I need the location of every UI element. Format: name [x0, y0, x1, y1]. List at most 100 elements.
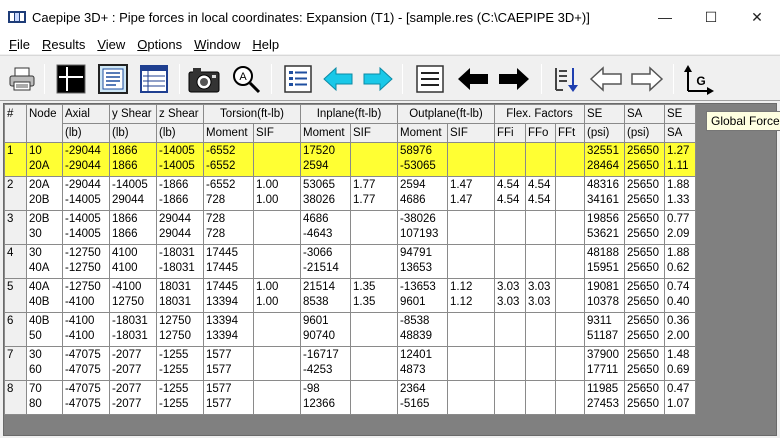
cell-fft[interactable] — [555, 244, 585, 279]
arrow-left-outline-icon[interactable] — [588, 62, 624, 96]
cell-yshear[interactable]: 4100 4100 — [109, 244, 157, 279]
cell-fft[interactable] — [555, 278, 585, 313]
col-header-flex-factors[interactable]: Flex. Factors — [494, 104, 585, 124]
cell-imom[interactable]: -3066 -21514 — [300, 244, 351, 279]
cell-sa[interactable]: 25650 25650 — [624, 244, 665, 279]
menu-view[interactable]: View — [91, 37, 131, 52]
cell-node[interactable]: 20B 30 — [26, 210, 63, 245]
col-header-outplane[interactable]: Outplane(ft-lb) — [397, 104, 495, 124]
cell-imom[interactable]: 9601 90740 — [300, 312, 351, 347]
cell-omom[interactable]: -8538 48839 — [397, 312, 448, 347]
cell-yshear[interactable]: -2077 -2077 — [109, 346, 157, 381]
cell-axial[interactable]: -4100 -4100 — [62, 312, 110, 347]
cell-tmom[interactable]: 17445 13394 — [203, 278, 254, 313]
camera-icon[interactable] — [186, 62, 222, 96]
cell-se[interactable]: 48316 34161 — [584, 176, 625, 211]
cell-imom[interactable]: 21514 8538 — [300, 278, 351, 313]
cell-ratio[interactable]: 0.36 2.00 — [664, 312, 696, 347]
cell-ffo[interactable] — [525, 210, 556, 245]
cell-tmom[interactable]: 1577 1577 — [203, 346, 254, 381]
text-report-icon[interactable] — [95, 62, 131, 96]
cell-yshear[interactable]: -18031 -18031 — [109, 312, 157, 347]
col-header-zshear[interactable]: z Shear — [156, 104, 204, 124]
menu-results[interactable]: Results — [36, 37, 91, 52]
col-sub-torsion-moment[interactable]: Moment — [203, 123, 254, 143]
menu-window[interactable]: Window — [188, 37, 246, 52]
cell-isif[interactable] — [350, 142, 398, 177]
cell-fft[interactable] — [555, 346, 585, 381]
cell-osif[interactable]: 1.12 1.12 — [447, 278, 495, 313]
cell-fft[interactable] — [555, 312, 585, 347]
cell-ffi[interactable] — [494, 210, 526, 245]
cell-tmom[interactable]: 13394 13394 — [203, 312, 254, 347]
cell-ratio[interactable]: 1.48 0.69 — [664, 346, 696, 381]
col-header-torsion[interactable]: Torsion(ft-lb) — [203, 104, 301, 124]
col-unit-zshear[interactable]: (lb) — [156, 123, 204, 143]
cell-axial[interactable]: -12750 -12750 — [62, 244, 110, 279]
cell-osif[interactable] — [447, 380, 495, 415]
table-row[interactable]: 5 40A 40B -12750 -4100 -4100 12750 18031 18031 17… — [4, 278, 696, 313]
cell-isif[interactable] — [350, 244, 398, 279]
col-sub-torsion-sif[interactable]: SIF — [253, 123, 301, 143]
col-header-sa[interactable]: SA — [624, 104, 665, 124]
cell-osif[interactable] — [447, 312, 495, 347]
cell-tsif[interactable] — [253, 142, 301, 177]
col-sub-outplane-sif[interactable]: SIF — [447, 123, 495, 143]
cell-node[interactable]: 30 40A — [26, 244, 63, 279]
cell-imom[interactable]: 53065 38026 — [300, 176, 351, 211]
cell-osif[interactable] — [447, 244, 495, 279]
cell-tsif[interactable] — [253, 380, 301, 415]
cell-tsif[interactable] — [253, 244, 301, 279]
cell-yshear[interactable]: -14005 29044 — [109, 176, 157, 211]
cell-omom[interactable]: 94791 13653 — [397, 244, 448, 279]
grid-cross-icon[interactable] — [53, 62, 89, 96]
col-sub-ffo[interactable]: FFo — [525, 123, 556, 143]
cell-zshear[interactable]: 18031 18031 — [156, 278, 204, 313]
cell-imom[interactable]: -16717 -4253 — [300, 346, 351, 381]
arrow-right-outline-icon[interactable] — [629, 62, 665, 96]
cell-axial[interactable]: -29044 -29044 — [62, 142, 110, 177]
cell-zshear[interactable]: -18031 -18031 — [156, 244, 204, 279]
cell-node[interactable]: 30 60 — [26, 346, 63, 381]
cell-zshear[interactable]: -1866 -1866 — [156, 176, 204, 211]
cell-ratio[interactable]: 1.88 0.62 — [664, 244, 696, 279]
cell-ffo[interactable] — [525, 142, 556, 177]
col-sub-fft[interactable]: FFt — [555, 123, 585, 143]
app-icon[interactable] — [8, 10, 26, 24]
col-unit-axial[interactable]: (lb) — [62, 123, 110, 143]
cell-node[interactable]: 10 20A — [26, 142, 63, 177]
cell-ffo[interactable]: 3.03 3.03 — [525, 278, 556, 313]
cell-node[interactable]: 40B 50 — [26, 312, 63, 347]
cell-zshear[interactable]: -1255 -1255 — [156, 346, 204, 381]
cell-ffi[interactable] — [494, 346, 526, 381]
cell-se[interactable]: 9311 51187 — [584, 312, 625, 347]
cell-node[interactable]: 70 80 — [26, 380, 63, 415]
table-row[interactable]: 3 20B 30 -14005 -14005 1866 1866 29044 29044 728 7… — [4, 210, 696, 245]
table-view-icon[interactable] — [136, 62, 172, 96]
cell-tmom[interactable]: 1577 1577 — [203, 380, 254, 415]
cell-se[interactable]: 19081 10378 — [584, 278, 625, 313]
cell-sa[interactable]: 25650 25650 — [624, 380, 665, 415]
cell-sa[interactable]: 25650 25650 — [624, 278, 665, 313]
cell-tsif[interactable] — [253, 312, 301, 347]
arrow-left-cyan-icon[interactable] — [320, 62, 356, 96]
cell-zshear[interactable]: -1255 -1255 — [156, 380, 204, 415]
cell-tmom[interactable]: 728 728 — [203, 210, 254, 245]
maximize-button[interactable]: ☐ — [688, 0, 734, 34]
table-row[interactable]: 1 10 20A -29044 -29044 1866 1866 -14005 -14005 -6… — [4, 142, 696, 177]
cell-ffo[interactable] — [525, 244, 556, 279]
minimize-button[interactable]: — — [642, 0, 688, 34]
cell-yshear[interactable]: -4100 12750 — [109, 278, 157, 313]
cell-sa[interactable]: 25650 25650 — [624, 142, 665, 177]
cell-ratio[interactable]: 0.74 0.40 — [664, 278, 696, 313]
cell-axial[interactable]: -47075 -47075 — [62, 380, 110, 415]
cell-axial[interactable]: -12750 -4100 — [62, 278, 110, 313]
cell-tsif[interactable]: 1.00 1.00 — [253, 278, 301, 313]
cell-fft[interactable] — [555, 176, 585, 211]
row-number[interactable]: 1 — [4, 142, 27, 177]
cell-tsif[interactable] — [253, 210, 301, 245]
col-header-node[interactable]: Node — [26, 104, 63, 143]
table-row[interactable]: 8 70 80 -47075 -47075 -2077 -2077 -1255 -1255 157… — [4, 380, 696, 415]
cell-ffo[interactable]: 4.54 4.54 — [525, 176, 556, 211]
cell-osif[interactable] — [447, 142, 495, 177]
